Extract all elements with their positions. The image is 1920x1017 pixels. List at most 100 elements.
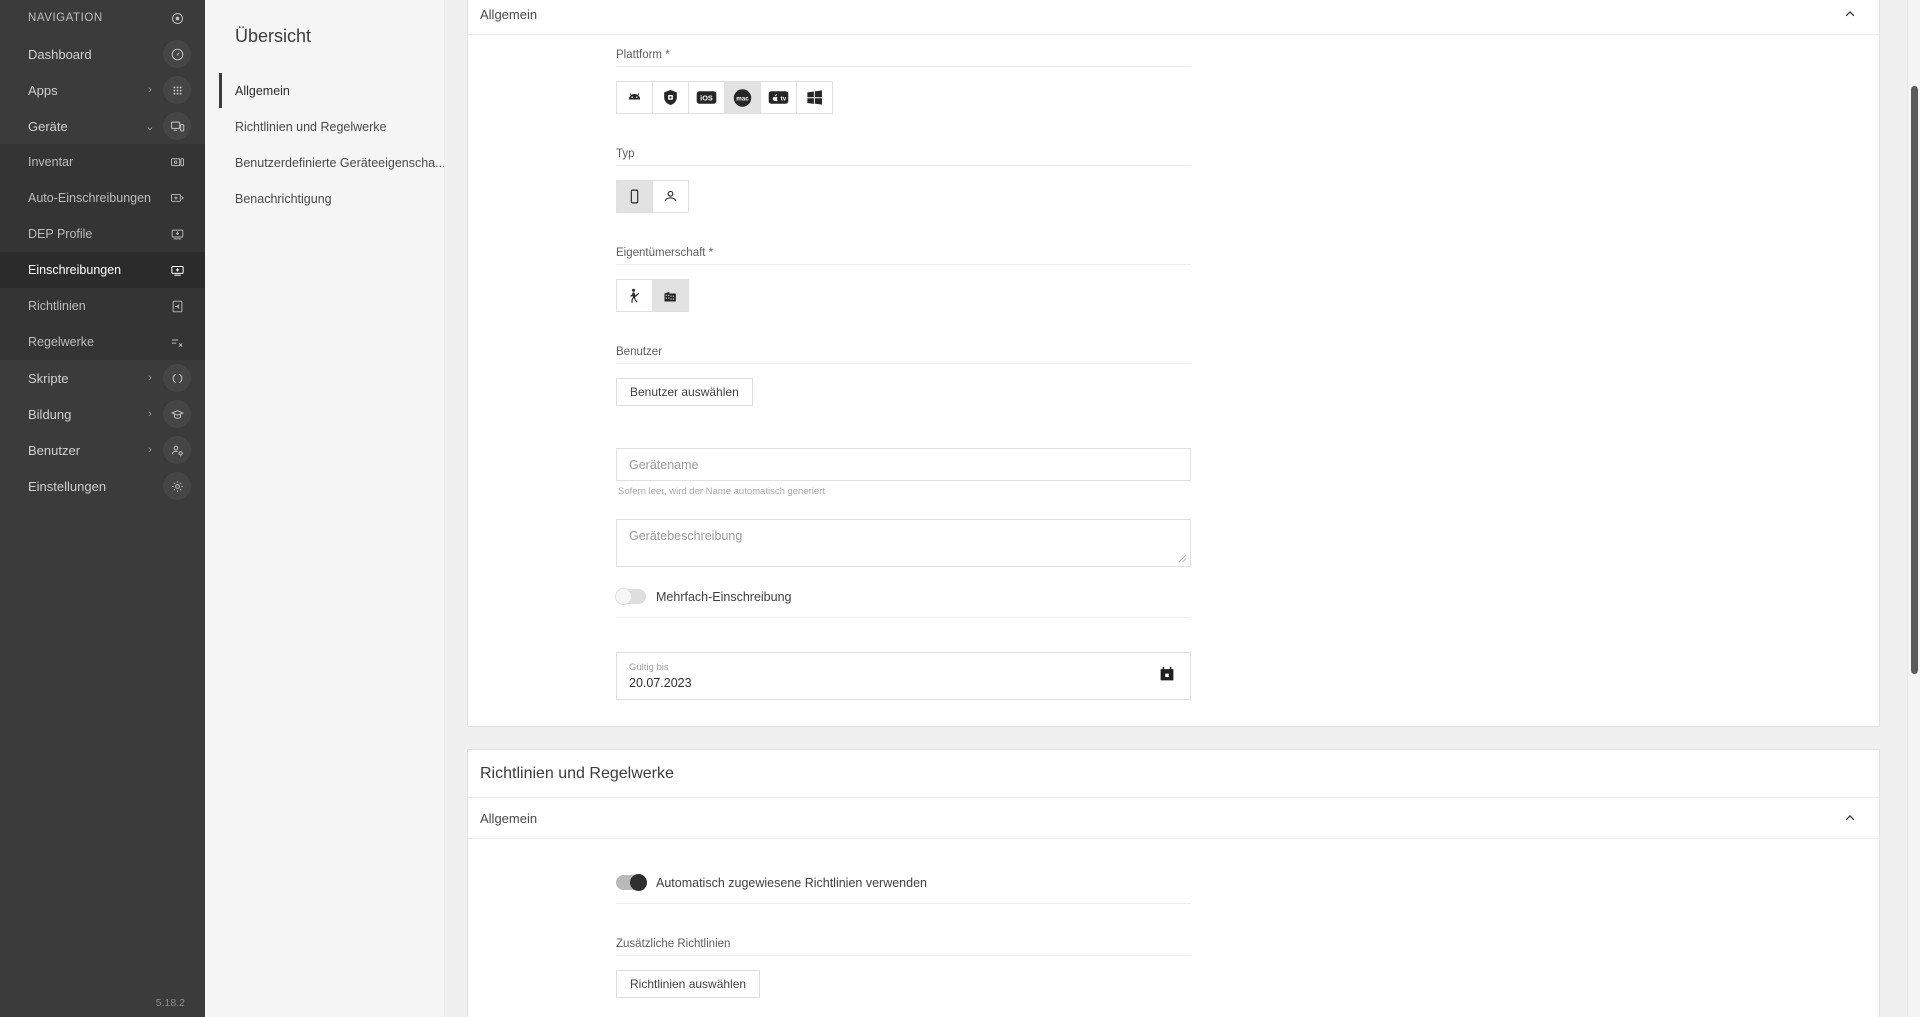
user-label: Benutzer [616, 346, 1191, 364]
platform-label: Plattform * [616, 49, 1191, 67]
general-card-header[interactable]: Allgemein [468, 0, 1879, 35]
primary-sidebar: NAVIGATION Dashboard Apps › Geräte ⌄ Inv… [0, 0, 205, 1017]
ownership-option-personal[interactable] [616, 279, 653, 312]
sidebar-item-richtlinien[interactable]: Richtlinien [0, 288, 205, 324]
nav-row-right: › [145, 364, 191, 392]
resize-grip-icon[interactable] [1178, 554, 1187, 563]
type-option-device[interactable] [616, 180, 653, 213]
device-name-field: Gerätename Sofern leer, wird der Name au… [616, 448, 1191, 497]
platform-option-tvos[interactable]: tv [760, 81, 797, 114]
code-brackets-icon [163, 364, 191, 392]
subnav-item-geraeteeigenschaften[interactable]: Benutzerdefinierte Geräteeigenscha... [205, 145, 444, 181]
select-user-button[interactable]: Benutzer auswählen [616, 378, 753, 406]
sidebar-item-label: Auto-Einschreibungen [28, 191, 151, 205]
nav-row-right [145, 40, 191, 68]
sidebar-item-dashboard[interactable]: Dashboard [0, 36, 205, 72]
additional-policies-field: Zusätzliche Richtlinien Richtlinien ausw… [616, 938, 1191, 998]
sidebar-item-label: Richtlinien [28, 299, 86, 313]
auto-policies-row: Automatisch zugewiesene Richtlinien verw… [616, 874, 1191, 904]
ownership-option-corporate[interactable] [652, 279, 689, 312]
chevron-right-icon: › [148, 84, 152, 96]
policies-card-body: Automatisch zugewiesene Richtlinien verw… [468, 839, 1879, 1017]
sidebar-item-label: Inventar [28, 155, 74, 169]
device-description-field: Gerätebeschreibung [616, 519, 1191, 567]
general-card-title: Allgemein [480, 6, 538, 22]
chevron-up-icon[interactable] [1843, 811, 1857, 825]
page-scrollbar-thumb[interactable] [1911, 86, 1918, 674]
sidebar-item-einschreibungen[interactable]: Einschreibungen [0, 252, 205, 288]
sidebar-item-skripte[interactable]: Skripte › [0, 360, 205, 396]
subnav-list: Allgemein Richtlinien und Regelwerke Ben… [205, 73, 444, 217]
policy-icon [163, 292, 191, 320]
sidebar-item-auto-einschreibungen[interactable]: Auto-Einschreibungen [0, 180, 205, 216]
type-segmented-control [616, 180, 1191, 213]
user-field: Benutzer Benutzer auswählen [616, 346, 1191, 406]
sidebar-item-bildung[interactable]: Bildung › [0, 396, 205, 432]
sidebar-item-dep-profile[interactable]: DEP Profile [0, 216, 205, 252]
chevron-right-icon: › [148, 372, 152, 384]
auto-policies-field: Automatisch zugewiesene Richtlinien verw… [616, 874, 1191, 904]
policies-card: Richtlinien und Regelwerke Allgemein Aut… [467, 749, 1880, 1017]
multi-enrollment-row: Mehrfach-Einschreibung [615, 588, 1191, 618]
inventory-icon [163, 148, 191, 176]
nav-row-right: › [145, 76, 191, 104]
platform-option-macos[interactable]: mac [724, 81, 761, 114]
multi-enrollment-label: Mehrfach-Einschreibung [656, 589, 792, 604]
sidebar-item-label: Einstellungen [28, 478, 107, 494]
chevron-right-icon: › [148, 444, 152, 456]
auto-enroll-icon [163, 184, 191, 212]
platform-field: Plattform * iOS mac tv [616, 49, 1191, 114]
active-indicator-rail [219, 73, 222, 108]
platform-option-android[interactable] [616, 81, 653, 114]
sidebar-item-inventar[interactable]: Inventar [0, 144, 205, 180]
auto-policies-label: Automatisch zugewiesene Richtlinien verw… [656, 875, 927, 890]
ruleset-icon [163, 328, 191, 356]
calendar-icon[interactable] [1158, 665, 1176, 688]
type-option-user[interactable] [652, 180, 689, 213]
platform-option-windows[interactable] [796, 81, 833, 114]
sidebar-item-benutzer[interactable]: Benutzer › [0, 432, 205, 468]
toggle-knob [615, 588, 632, 605]
sidebar-submenu-geraete: Inventar Auto-Einschreibungen DEP Profil… [0, 144, 205, 360]
sidebar-item-apps[interactable]: Apps › [0, 72, 205, 108]
platform-option-android-enterprise[interactable] [652, 81, 689, 114]
nav-header: NAVIGATION [0, 0, 205, 36]
chevron-down-icon: ⌄ [145, 120, 155, 133]
page-scrollbar-track[interactable] [1907, 0, 1920, 1017]
auto-policies-toggle[interactable] [616, 874, 647, 891]
sidebar-item-label: Bildung [28, 406, 72, 422]
platform-option-ios[interactable]: iOS [688, 81, 725, 114]
svg-text:iOS: iOS [700, 94, 713, 103]
valid-until-input[interactable]: Gültig bis 20.07.2023 [616, 652, 1191, 700]
subnav-item-allgemein[interactable]: Allgemein [205, 73, 444, 109]
toggle-knob [630, 874, 647, 891]
sidebar-item-einstellungen[interactable]: Einstellungen [0, 468, 205, 504]
type-label: Typ [616, 148, 1191, 166]
subnav-item-benachrichtigung[interactable]: Benachrichtigung [205, 181, 444, 217]
multi-enrollment-toggle[interactable] [615, 588, 646, 605]
device-name-input[interactable]: Gerätename [616, 448, 1191, 481]
select-policies-button[interactable]: Richtlinien auswählen [616, 970, 761, 998]
sidebar-item-geraete[interactable]: Geräte ⌄ [0, 108, 205, 144]
chevron-up-icon[interactable] [1843, 7, 1857, 21]
device-description-input[interactable]: Gerätebeschreibung [616, 519, 1191, 567]
general-card: Allgemein Plattform * iOS mac tv Typ Eig… [467, 0, 1880, 727]
gauge-icon [163, 40, 191, 68]
sidebar-item-label: Apps [28, 82, 58, 98]
sidebar-item-regelwerke[interactable]: Regelwerke [0, 324, 205, 360]
policies-section-header[interactable]: Allgemein [468, 798, 1879, 839]
enrollment-icon [163, 256, 191, 284]
additional-policies-label: Zusätzliche Richtlinien [616, 938, 1191, 956]
sidebar-item-label: Geräte [28, 118, 68, 134]
application-root: NAVIGATION Dashboard Apps › Geräte ⌄ Inv… [0, 0, 1920, 1017]
sidebar-item-label: DEP Profile [28, 227, 93, 241]
subnav-item-richtlinien-regelwerke[interactable]: Richtlinien und Regelwerke [205, 109, 444, 145]
